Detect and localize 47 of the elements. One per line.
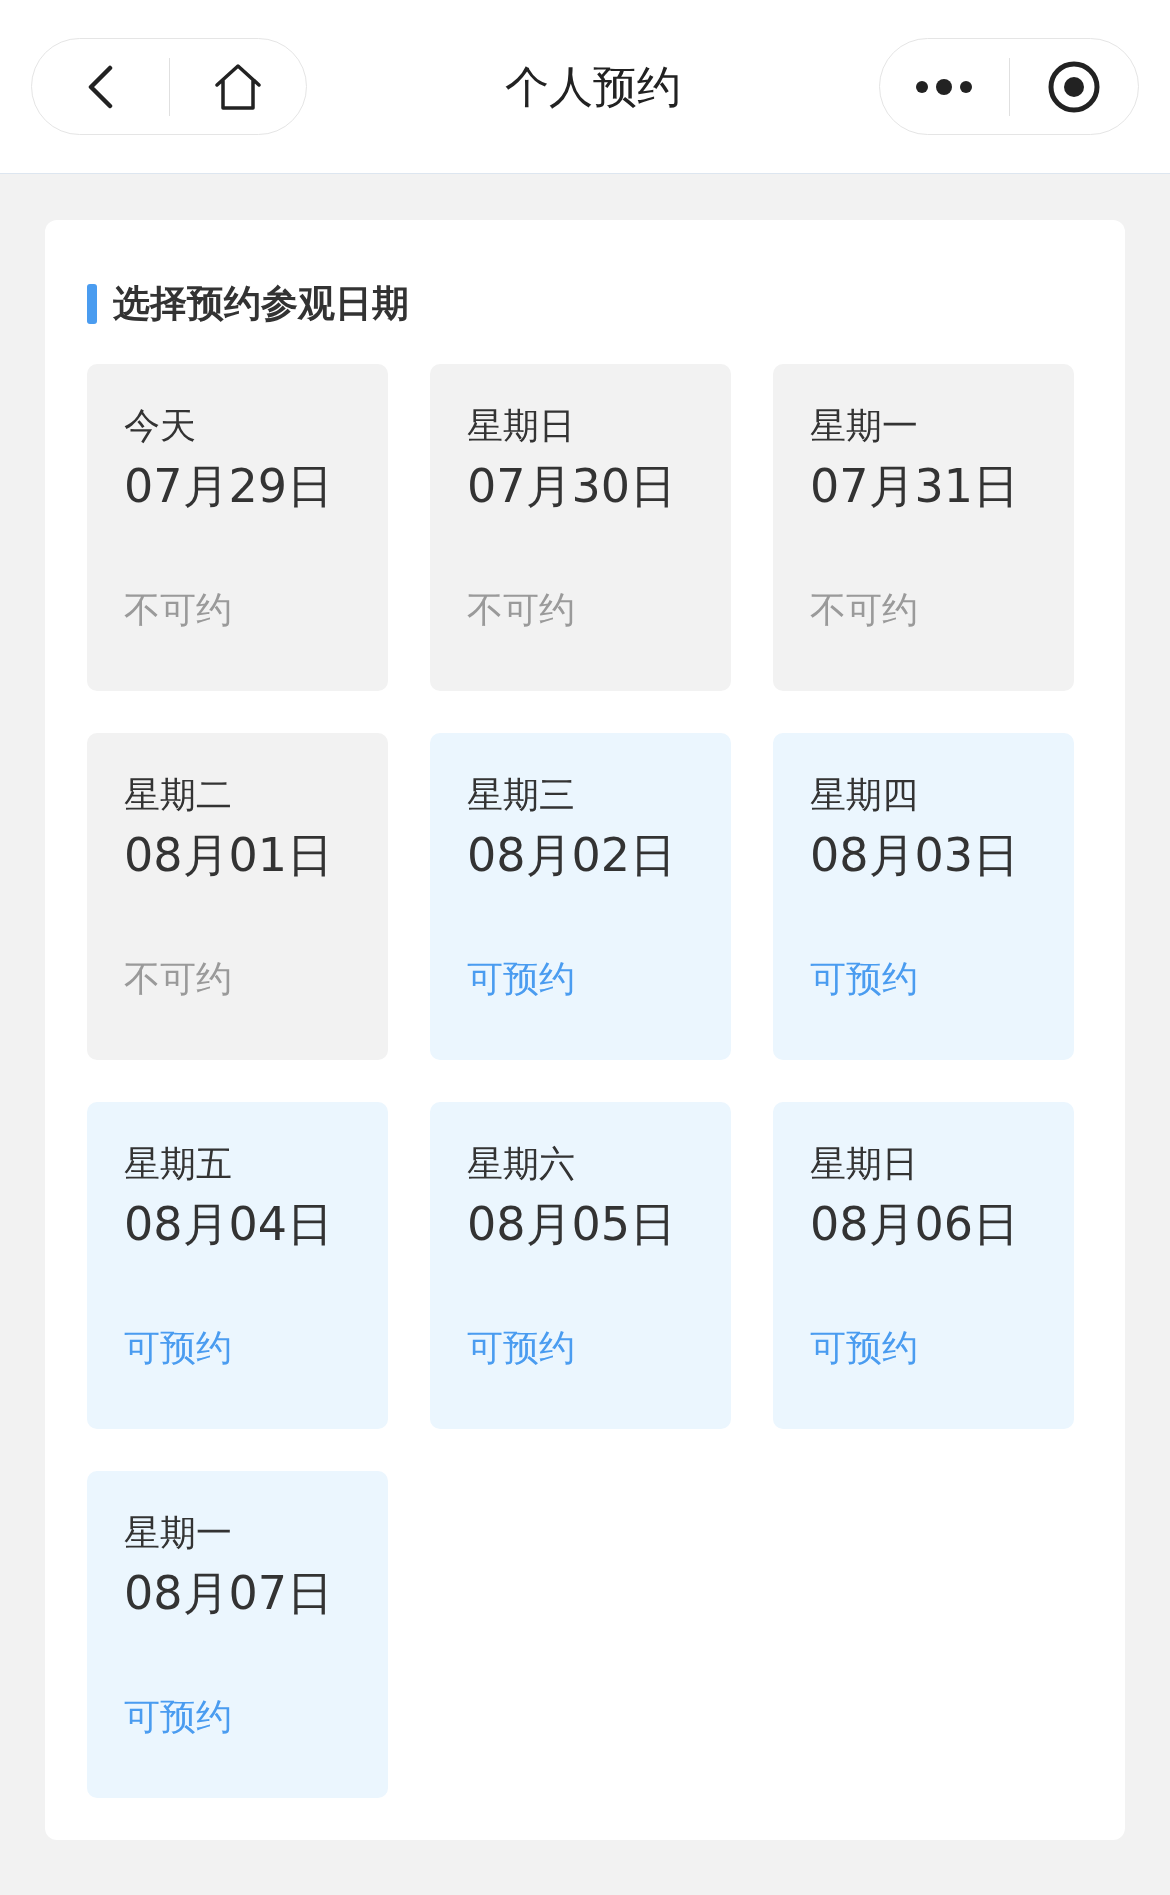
- date-tile[interactable]: 星期四 08月03日 可预约: [773, 732, 1074, 1060]
- date-label: 07月29日: [124, 457, 334, 515]
- status-label: 可预约: [124, 1325, 232, 1370]
- date-tile[interactable]: 星期六 08月05日 可预约: [430, 1101, 731, 1429]
- weekday-label: 星期一: [124, 1510, 232, 1555]
- date-label: 08月07日: [124, 1564, 334, 1622]
- date-tile[interactable]: 星期五 08月04日 可预约: [87, 1101, 388, 1429]
- date-label: 08月06日: [810, 1195, 1020, 1253]
- status-label: 可预约: [810, 956, 918, 1001]
- status-label: 可预约: [124, 1694, 232, 1739]
- date-tile[interactable]: 今天 07月29日 不可约: [87, 363, 388, 691]
- date-label: 08月01日: [124, 826, 334, 884]
- date-tile[interactable]: 星期二 08月01日 不可约: [87, 732, 388, 1060]
- date-label: 07月30日: [467, 457, 677, 515]
- date-tile[interactable]: 星期日 08月06日 可预约: [773, 1101, 1074, 1429]
- status-label: 不可约: [467, 587, 575, 632]
- date-label: 08月04日: [124, 1195, 334, 1253]
- status-label: 可预约: [467, 1325, 575, 1370]
- target-icon: [1046, 59, 1101, 114]
- status-label: 可预约: [810, 1325, 918, 1370]
- status-label: 不可约: [124, 587, 232, 632]
- weekday-label: 星期二: [124, 772, 232, 817]
- weekday-label: 星期一: [810, 403, 918, 448]
- weekday-label: 星期四: [810, 772, 918, 817]
- weekday-label: 今天: [124, 403, 196, 448]
- weekday-label: 星期日: [810, 1141, 918, 1186]
- section-title: 选择预约参观日期: [113, 281, 409, 327]
- weekday-label: 星期五: [124, 1141, 232, 1186]
- status-label: 不可约: [810, 587, 918, 632]
- date-label: 08月02日: [467, 826, 677, 884]
- date-label: 08月03日: [810, 826, 1020, 884]
- date-label: 08月05日: [467, 1195, 677, 1253]
- more-icon: [914, 78, 975, 95]
- page-title: 个人预约: [505, 59, 681, 114]
- date-tile[interactable]: 星期一 08月07日 可预约: [87, 1470, 388, 1798]
- weekday-label: 星期三: [467, 772, 575, 817]
- weekday-label: 星期日: [467, 403, 575, 448]
- weekday-label: 星期六: [467, 1141, 575, 1186]
- status-label: 可预约: [467, 956, 575, 1001]
- date-tile[interactable]: 星期日 07月30日 不可约: [430, 363, 731, 691]
- date-label: 07月31日: [810, 457, 1020, 515]
- date-tile[interactable]: 星期三 08月02日 可预约: [430, 732, 731, 1060]
- status-label: 不可约: [124, 956, 232, 1001]
- date-tile[interactable]: 星期一 07月31日 不可约: [773, 363, 1074, 691]
- back-icon: [86, 64, 115, 109]
- section-marker: [87, 283, 97, 324]
- home-icon: [212, 62, 263, 111]
